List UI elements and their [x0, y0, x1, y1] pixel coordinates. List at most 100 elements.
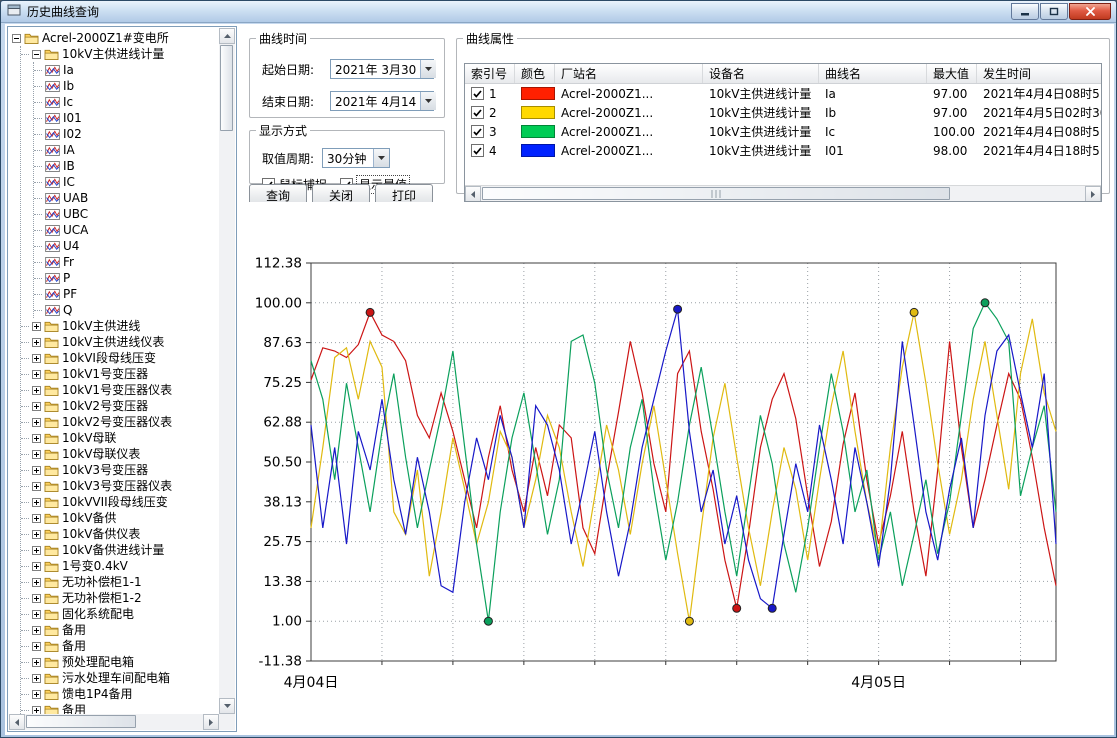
tree-group-item[interactable]: 10kV主供进线仪表 [21, 334, 219, 350]
table-horizontal-scrollbar[interactable] [465, 185, 1101, 201]
plus-expander-icon[interactable] [32, 354, 41, 363]
dropdown-arrow-icon[interactable] [373, 149, 389, 167]
tree-group-item[interactable]: 10kV主供进线计量 [21, 46, 219, 62]
tree-group-item[interactable]: 10kV1号变压器仪表 [21, 382, 219, 398]
minus-expander-icon[interactable] [32, 50, 41, 59]
tree-group-item[interactable]: 备用 [21, 638, 219, 654]
scroll-thumb[interactable] [26, 715, 136, 728]
tree-curve-item[interactable]: IA [34, 142, 219, 158]
tree-group-item[interactable]: 馈电1P4备用 [21, 686, 219, 702]
tree-group-item[interactable]: 10kV3号变压器仪表 [21, 478, 219, 494]
tree-curve-item[interactable]: Fr [34, 254, 219, 270]
tree-group-item[interactable]: 预处理配电箱 [21, 654, 219, 670]
plus-expander-icon[interactable] [32, 450, 41, 459]
curve-table-row[interactable]: 2Acrel-2000Z1...10kV主供进线计量Ib97.002021年4月… [465, 103, 1102, 122]
column-header[interactable]: 颜色 [515, 64, 555, 83]
scroll-up-button[interactable] [219, 28, 235, 44]
history-curve-chart[interactable]: 112.38100.0087.6375.2562.8850.5038.1325.… [245, 202, 1111, 734]
tree-group-item[interactable]: 10kV备供仪表 [21, 526, 219, 542]
dropdown-arrow-icon[interactable] [420, 60, 436, 78]
tree-group-item[interactable]: 备用 [21, 622, 219, 638]
tree-group-item[interactable]: 10kVVII段母线压变 [21, 494, 219, 510]
start-date-combobox[interactable]: 2021年 3月30 [330, 59, 434, 79]
tree-curve-item[interactable]: U4 [34, 238, 219, 254]
tree-group-item[interactable]: 固化系统配电 [21, 606, 219, 622]
scroll-thumb[interactable] [482, 187, 950, 200]
plus-expander-icon[interactable] [32, 418, 41, 427]
tree-curve-item[interactable]: Ia [34, 62, 219, 78]
tree-curve-item[interactable]: Ic [34, 94, 219, 110]
maximize-button[interactable] [1040, 3, 1068, 20]
plus-expander-icon[interactable] [32, 658, 41, 667]
row-checkbox[interactable] [471, 87, 484, 100]
minus-expander-icon[interactable] [12, 34, 21, 43]
plus-expander-icon[interactable] [32, 706, 41, 715]
tree-horizontal-scrollbar[interactable] [9, 714, 219, 730]
period-combobox[interactable]: 30分钟 [322, 148, 390, 168]
tree-group-item[interactable]: 10kV2号变压器仪表 [21, 414, 219, 430]
close-button[interactable] [1069, 3, 1111, 20]
plus-expander-icon[interactable] [32, 338, 41, 347]
plus-expander-icon[interactable] [32, 370, 41, 379]
curve-table-row[interactable]: 3Acrel-2000Z1...10kV主供进线计量Ic100.002021年4… [465, 122, 1102, 141]
tree-group-item[interactable]: 污水处理车间配电箱 [21, 670, 219, 686]
titlebar[interactable]: 历史曲线查询 [1, 1, 1116, 23]
plus-expander-icon[interactable] [32, 610, 41, 619]
column-header[interactable]: 最大值 [927, 64, 977, 83]
plus-expander-icon[interactable] [32, 498, 41, 507]
tree-curve-item[interactable]: P [34, 270, 219, 286]
column-header[interactable]: 设备名 [703, 64, 819, 83]
tree-group-item[interactable]: 10kV母联仪表 [21, 446, 219, 462]
tree-curve-item[interactable]: IB [34, 158, 219, 174]
plus-expander-icon[interactable] [32, 514, 41, 523]
tree-group-item[interactable]: 无功补偿柜1-2 [21, 590, 219, 606]
tree-curve-item[interactable]: I01 [34, 110, 219, 126]
tree-group-item[interactable]: 10kVI段母线压变 [21, 350, 219, 366]
row-checkbox[interactable] [471, 106, 484, 119]
tree-curve-item[interactable]: I02 [34, 126, 219, 142]
row-checkbox[interactable] [471, 144, 484, 157]
tree-group-item[interactable]: 10kV主供进线 [21, 318, 219, 334]
minimize-button[interactable] [1011, 3, 1039, 20]
tree-vertical-scrollbar[interactable] [219, 28, 235, 714]
plus-expander-icon[interactable] [32, 434, 41, 443]
plus-expander-icon[interactable] [32, 386, 41, 395]
plus-expander-icon[interactable] [32, 546, 41, 555]
tree-group-item[interactable]: 备用 [21, 702, 219, 714]
tree-group-item[interactable]: 10kV备供 [21, 510, 219, 526]
plus-expander-icon[interactable] [32, 402, 41, 411]
end-date-combobox[interactable]: 2021年 4月14 [330, 91, 434, 111]
tree-curve-item[interactable]: UAB [34, 190, 219, 206]
plus-expander-icon[interactable] [32, 466, 41, 475]
plus-expander-icon[interactable] [32, 322, 41, 331]
column-header[interactable]: 索引号 [465, 64, 515, 83]
tree-curve-item[interactable]: Ib [34, 78, 219, 94]
tree-group-item[interactable]: 10kV2号变压器 [21, 398, 219, 414]
scroll-down-button[interactable] [219, 698, 235, 714]
plus-expander-icon[interactable] [32, 562, 41, 571]
curve-table-row[interactable]: 1Acrel-2000Z1...10kV主供进线计量Ia97.002021年4月… [465, 84, 1102, 103]
scroll-left-button[interactable] [9, 714, 25, 730]
curve-table-row[interactable]: 4Acrel-2000Z1...10kV主供进线计量I0198.002021年4… [465, 141, 1102, 160]
column-header[interactable]: 厂站名 [555, 64, 703, 83]
tree-curve-item[interactable]: Q [34, 302, 219, 318]
tree-group-item[interactable]: 10kV1号变压器 [21, 366, 219, 382]
tree-group-item[interactable]: 10kV备供进线计量 [21, 542, 219, 558]
plus-expander-icon[interactable] [32, 626, 41, 635]
column-header[interactable]: 发生时间 [977, 64, 1102, 83]
plus-expander-icon[interactable] [32, 594, 41, 603]
plus-expander-icon[interactable] [32, 530, 41, 539]
scroll-left-button[interactable] [465, 186, 481, 202]
row-checkbox[interactable] [471, 125, 484, 138]
tree-curve-item[interactable]: PF [34, 286, 219, 302]
tree-curve-item[interactable]: IC [34, 174, 219, 190]
scroll-thumb[interactable] [220, 45, 233, 131]
dropdown-arrow-icon[interactable] [420, 92, 436, 110]
tree-group-item[interactable]: 无功补偿柜1-1 [21, 574, 219, 590]
plus-expander-icon[interactable] [32, 642, 41, 651]
plus-expander-icon[interactable] [32, 674, 41, 683]
tree-root-item[interactable]: Acrel-2000Z1#变电所 [12, 30, 219, 46]
tree-group-item[interactable]: 1号变0.4kV [21, 558, 219, 574]
scroll-right-button[interactable] [1085, 186, 1101, 202]
tree-curve-item[interactable]: UBC [34, 206, 219, 222]
